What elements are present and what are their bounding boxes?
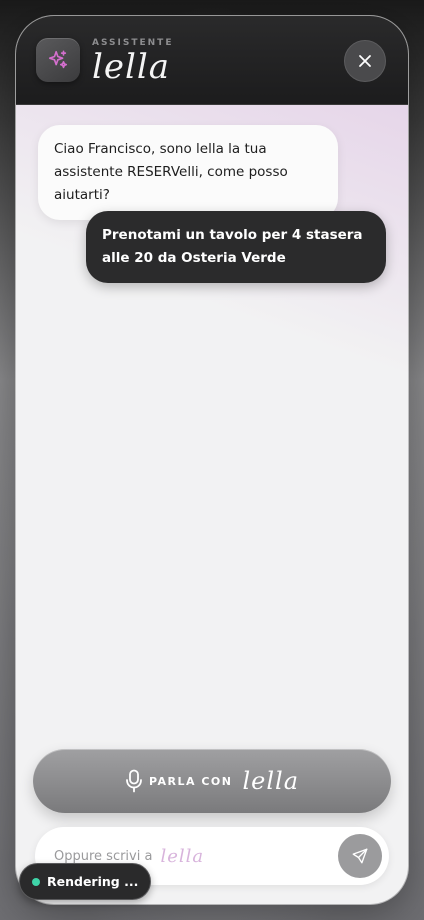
status-dot [32, 877, 40, 886]
send-button[interactable] [338, 834, 382, 878]
header: ASSISTENTE lella [16, 16, 408, 105]
chat-area: Ciao Francisco, sono lella la tua assist… [16, 105, 408, 745]
voice-button-brand: lella [242, 767, 300, 795]
send-icon [352, 848, 368, 864]
assistant-message: Ciao Francisco, sono lella la tua assist… [38, 125, 338, 220]
rendering-status-badge: Rendering ... [19, 863, 152, 900]
assistant-panel: ASSISTENTE lella Ciao Francisco, sono le… [16, 16, 408, 904]
voice-button-label: PARLA CON [148, 774, 233, 788]
status-text: Rendering ... [47, 874, 139, 889]
user-message: Prenotami un tavolo per 4 stasera alle 2… [86, 211, 386, 283]
talk-to-lella-button[interactable]: PARLA CON lella [33, 749, 391, 813]
microphone-icon [126, 769, 142, 793]
close-button[interactable] [344, 40, 386, 82]
sparkles-icon [48, 50, 68, 69]
logo-badge [36, 38, 80, 82]
header-brand: lella [92, 47, 171, 87]
close-icon [359, 55, 371, 67]
